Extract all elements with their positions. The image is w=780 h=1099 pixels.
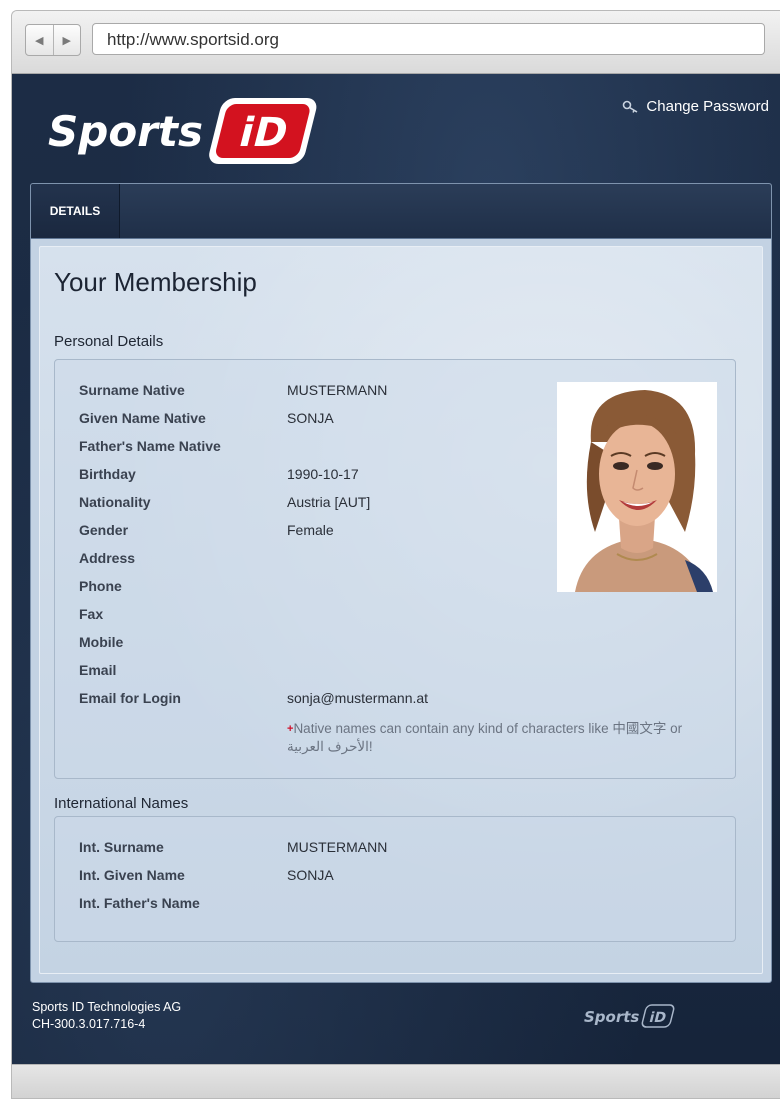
- footer-logo-badge-text: iD: [648, 1010, 669, 1026]
- field-label: Given Name Native: [79, 410, 206, 426]
- sportsid-logo[interactable]: Sports iD: [44, 88, 324, 170]
- member-photo: [557, 382, 717, 592]
- browser-toolbar: ◀ ▶ http://www.sportsid.org: [12, 11, 780, 74]
- forward-arrow-icon: ▶: [62, 34, 71, 47]
- forward-button[interactable]: ▶: [54, 25, 81, 55]
- field-row: Email: [79, 662, 539, 684]
- field-label: Fax: [79, 606, 104, 622]
- field-row: Given Name Native SONJA: [79, 410, 539, 432]
- field-label: Email for Login: [79, 690, 181, 706]
- field-row: Int. Father's Name: [79, 895, 539, 917]
- field-row: Address: [79, 550, 539, 572]
- field-value: MUSTERMANN: [287, 382, 388, 398]
- field-label: Address: [79, 550, 136, 566]
- field-label: Nationality: [79, 494, 151, 510]
- field-value: SONJA: [287, 410, 334, 426]
- international-names-heading: International Names: [54, 795, 189, 812]
- browser-status-bar: [12, 1064, 780, 1098]
- field-row: Fax: [79, 606, 539, 628]
- field-value: 1990-10-17: [287, 466, 359, 482]
- logo-badge-icon: iD: [209, 98, 317, 164]
- footer-company-name: Sports ID Technologies AG: [32, 1000, 182, 1014]
- change-password-label: Change Password: [646, 98, 769, 115]
- field-label: Int. Father's Name: [79, 895, 200, 911]
- field-label: Phone: [79, 578, 122, 594]
- field-value: sonja@mustermann.at: [287, 690, 429, 706]
- field-value: SONJA: [287, 867, 334, 883]
- field-row: Gender Female: [79, 522, 539, 544]
- field-label: Int. Given Name: [79, 867, 185, 883]
- field-value: Female: [287, 522, 334, 538]
- field-row: Birthday 1990-10-17: [79, 466, 539, 488]
- address-bar[interactable]: http://www.sportsid.org: [92, 23, 765, 55]
- membership-content: Your Membership Personal Details Surname…: [39, 246, 763, 974]
- field-label: Email: [79, 662, 117, 678]
- footer-logo: Sports iD: [584, 1004, 675, 1028]
- field-value: Austria [AUT]: [287, 494, 371, 510]
- footer-logo-badge-icon: iD: [641, 1004, 675, 1028]
- note-text: Native names can contain any kind of cha…: [287, 721, 683, 754]
- personal-details-box: Surname Native MUSTERMANN Given Name Nat…: [54, 359, 736, 779]
- field-row: Int. Surname MUSTERMANN: [79, 839, 539, 861]
- field-row: Father's Name Native: [79, 438, 539, 460]
- field-label: Mobile: [79, 634, 124, 650]
- site-page: Sports iD Change Password DETAILS Your M…: [12, 74, 780, 1064]
- native-names-note: +Native names can contain any kind of ch…: [287, 720, 727, 756]
- personal-details-heading: Personal Details: [54, 333, 164, 350]
- tab-details[interactable]: DETAILS: [31, 184, 120, 238]
- browser-window: ◀ ▶ http://www.sportsid.org Sports iD Ch…: [11, 10, 780, 1099]
- page-title: Your Membership: [54, 267, 257, 297]
- footer-company-info: Sports ID Technologies AG CH-300.3.017.7…: [32, 999, 181, 1033]
- change-password-link[interactable]: Change Password: [622, 98, 769, 115]
- field-row: Surname Native MUSTERMANN: [79, 382, 539, 404]
- logo-text: Sports: [48, 107, 203, 156]
- field-label: Father's Name Native: [79, 438, 221, 454]
- field-row: Email for Login sonja@mustermann.at: [79, 690, 539, 712]
- field-label: Birthday: [79, 466, 136, 482]
- back-button[interactable]: ◀: [26, 25, 54, 55]
- field-value: MUSTERMANN: [287, 839, 388, 855]
- footer-registration: CH-300.3.017.716-4: [32, 1017, 146, 1031]
- key-icon: [623, 100, 638, 113]
- field-label: Surname Native: [79, 382, 185, 398]
- field-label: Gender: [79, 522, 129, 538]
- main-panel: DETAILS Your Membership Personal Details…: [30, 183, 772, 983]
- tab-bar: DETAILS: [31, 184, 771, 239]
- footer-logo-text: Sports: [584, 1008, 639, 1026]
- portrait-image: [557, 382, 717, 592]
- field-row: Int. Given Name SONJA: [79, 867, 539, 889]
- field-label: Int. Surname: [79, 839, 164, 855]
- field-row: Nationality Austria [AUT]: [79, 494, 539, 516]
- field-row: Mobile: [79, 634, 539, 656]
- field-row: Phone: [79, 578, 539, 600]
- nav-buttons: ◀ ▶: [25, 24, 81, 56]
- back-arrow-icon: ◀: [35, 34, 44, 47]
- international-names-box: Int. Surname MUSTERMANN Int. Given Name …: [54, 816, 736, 942]
